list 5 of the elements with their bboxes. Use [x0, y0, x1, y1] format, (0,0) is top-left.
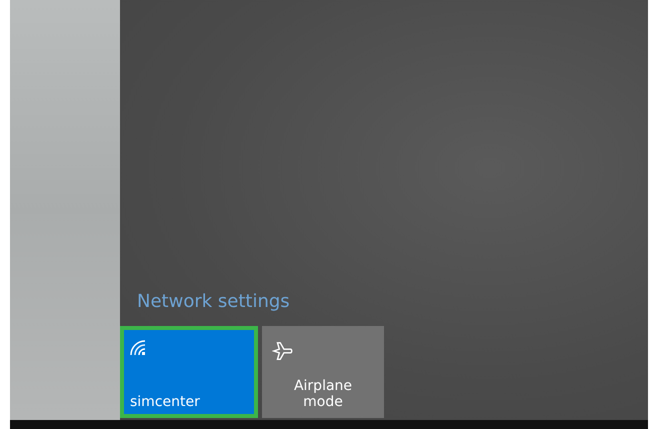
airplane-icon [272, 340, 294, 362]
wifi-icon [130, 340, 146, 356]
network-settings-link[interactable]: Network settings [137, 291, 290, 312]
wifi-tile[interactable]: simcenter [120, 326, 258, 418]
airplane-mode-tile[interactable]: Airplane mode [262, 326, 384, 418]
